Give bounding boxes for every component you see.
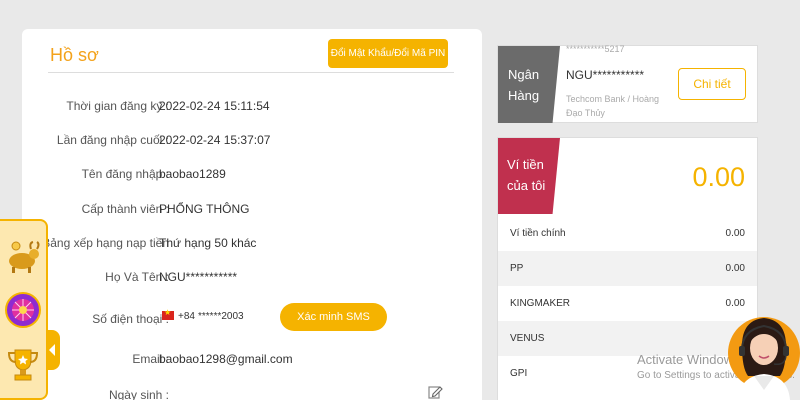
bank-name: Techcom Bank / Hoàng Đạo Thủy [566, 94, 660, 118]
wallet-row-pp: PP 0.00 [498, 251, 757, 286]
value-email: baobao1298@gmail.com [159, 352, 293, 366]
profile-header: Hồ sơ Đổi Mật Khẩu/Đổi Mã PIN [48, 39, 454, 73]
wallet-tab-line2: của tôi [507, 178, 546, 193]
value-full-name: NGU*********** [159, 270, 238, 284]
phone-number: ******2003 [198, 311, 244, 322]
bank-tab-line1: Ngân [508, 67, 540, 82]
wallet-row-venus: VENUS 0. [498, 321, 757, 356]
trophy-icon[interactable] [4, 345, 42, 383]
profile-panel: Hồ sơ Đổi Mật Khẩu/Đổi Mã PIN Thời gian … [22, 29, 482, 400]
vietnam-flag-icon [162, 308, 174, 320]
bank-tab: Ngân Hàng [498, 46, 560, 123]
wallet-row-amount: 0.00 [725, 263, 745, 274]
wallet-row-name: KINGMAKER [510, 298, 571, 309]
label-registration-time: Thời gian đăng ký : [66, 99, 169, 113]
wallet-row-name: VENUS [510, 333, 545, 344]
edit-icon[interactable] [427, 384, 443, 400]
value-registration-time: 2022-02-24 15:11:54 [159, 99, 270, 113]
wallet-row-name: Ví tiền chính [510, 228, 566, 239]
label-username: Tên đăng nhập : [81, 167, 169, 181]
phone-prefix: +84 [178, 311, 195, 322]
bank-account-number: ***********5217 [566, 44, 625, 54]
value-member-level: PHỔNG THÔNG [159, 202, 250, 216]
label-last-login: Lần đăng nhập cuối : [56, 133, 169, 147]
wallet-tab-line1: Ví tiền [507, 157, 544, 172]
bank-detail-button[interactable]: Chi tiết [678, 68, 746, 100]
wallet-row-name: PP [510, 263, 524, 274]
bank-card: Ngân Hàng ***********5217 NGU***********… [497, 44, 758, 123]
side-promo-menu [0, 219, 48, 400]
value-last-login: 2022-02-24 15:37:07 [159, 133, 271, 147]
bank-account-owner: NGU*********** [566, 68, 645, 82]
wallet-row-name: GPI [510, 368, 528, 379]
label-member-level: Cấp thành viên : [81, 202, 169, 216]
wallet-tab: Ví tiền của tôi [498, 138, 560, 214]
wallet-balance: 0.00 [692, 162, 745, 192]
bull-icon[interactable] [4, 237, 42, 275]
wallet-row-main: Ví tiền chính 0.00 [498, 216, 757, 251]
value-username: baobao1289 [159, 167, 226, 181]
wallet-row-kingmaker: KINGMAKER 0.00 [498, 286, 757, 321]
change-password-button[interactable]: Đổi Mật Khẩu/Đổi Mã PIN [328, 39, 448, 68]
value-deposit-ranking: Thứ hạng 50 khác [159, 236, 257, 250]
support-agent-icon[interactable] [728, 306, 800, 400]
profile-title: Hồ sơ [50, 45, 99, 65]
lucky-wheel-icon[interactable] [4, 291, 42, 329]
side-menu-toggle[interactable] [46, 330, 60, 370]
bank-tab-line2: Hàng [508, 88, 540, 103]
verify-sms-button[interactable]: Xác minh SMS [280, 303, 387, 331]
wallet-row-amount: 0.00 [725, 228, 745, 239]
